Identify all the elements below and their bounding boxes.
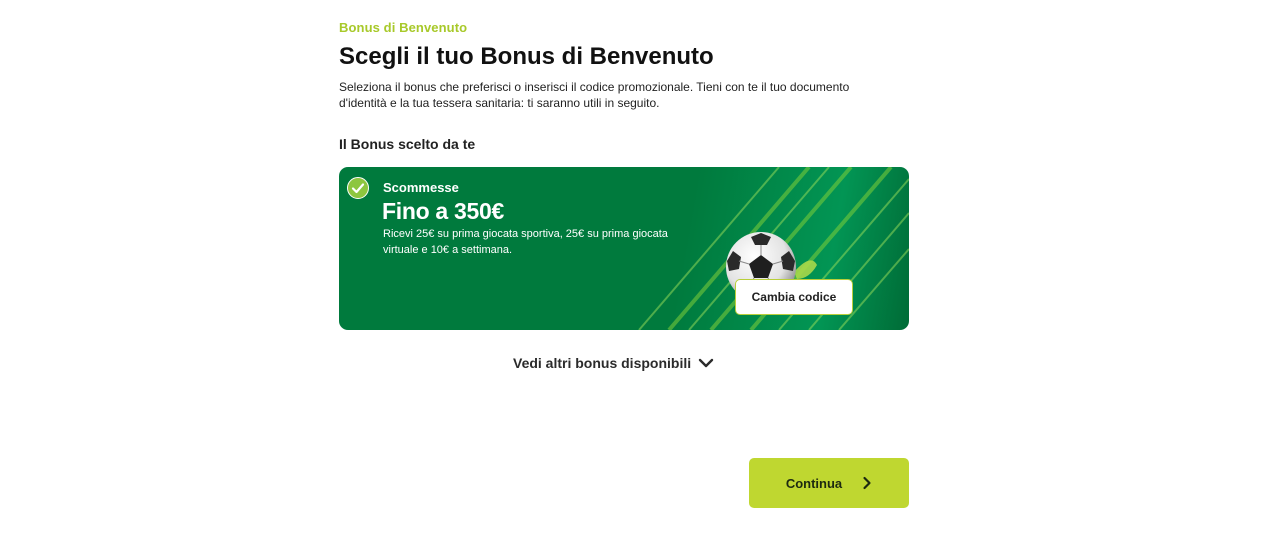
step-eyebrow: Bonus di Benvenuto bbox=[339, 20, 468, 35]
selected-bonus-card: Scommesse Fino a 350€ Ricevi 25€ su prim… bbox=[339, 167, 909, 330]
more-bonuses-label: Vedi altri bonus disponibili bbox=[513, 355, 692, 371]
check-circle-icon bbox=[347, 177, 369, 199]
page: Bonus di Benvenuto Scegli il tuo Bonus d… bbox=[0, 0, 1269, 537]
chevron-right-icon bbox=[862, 476, 872, 490]
chevron-down-icon bbox=[698, 358, 714, 368]
change-code-button[interactable]: Cambia codice bbox=[735, 279, 853, 315]
continue-button[interactable]: Continua bbox=[749, 458, 909, 508]
page-title: Scegli il tuo Bonus di Benvenuto bbox=[339, 43, 714, 70]
continue-label: Continua bbox=[785, 475, 843, 491]
selected-bonus-label: Il Bonus scelto da te bbox=[339, 136, 476, 152]
bonus-category: Scommesse bbox=[383, 180, 459, 195]
intro-text: Seleziona il bonus che preferisci o inse… bbox=[339, 80, 850, 110]
more-bonuses-toggle[interactable]: Vedi altri bonus disponibili bbox=[513, 355, 714, 371]
bonus-description: Ricevi 25€ su prima giocata sportiva, 25… bbox=[383, 228, 668, 256]
bonus-amount: Fino a 350€ bbox=[382, 198, 504, 224]
